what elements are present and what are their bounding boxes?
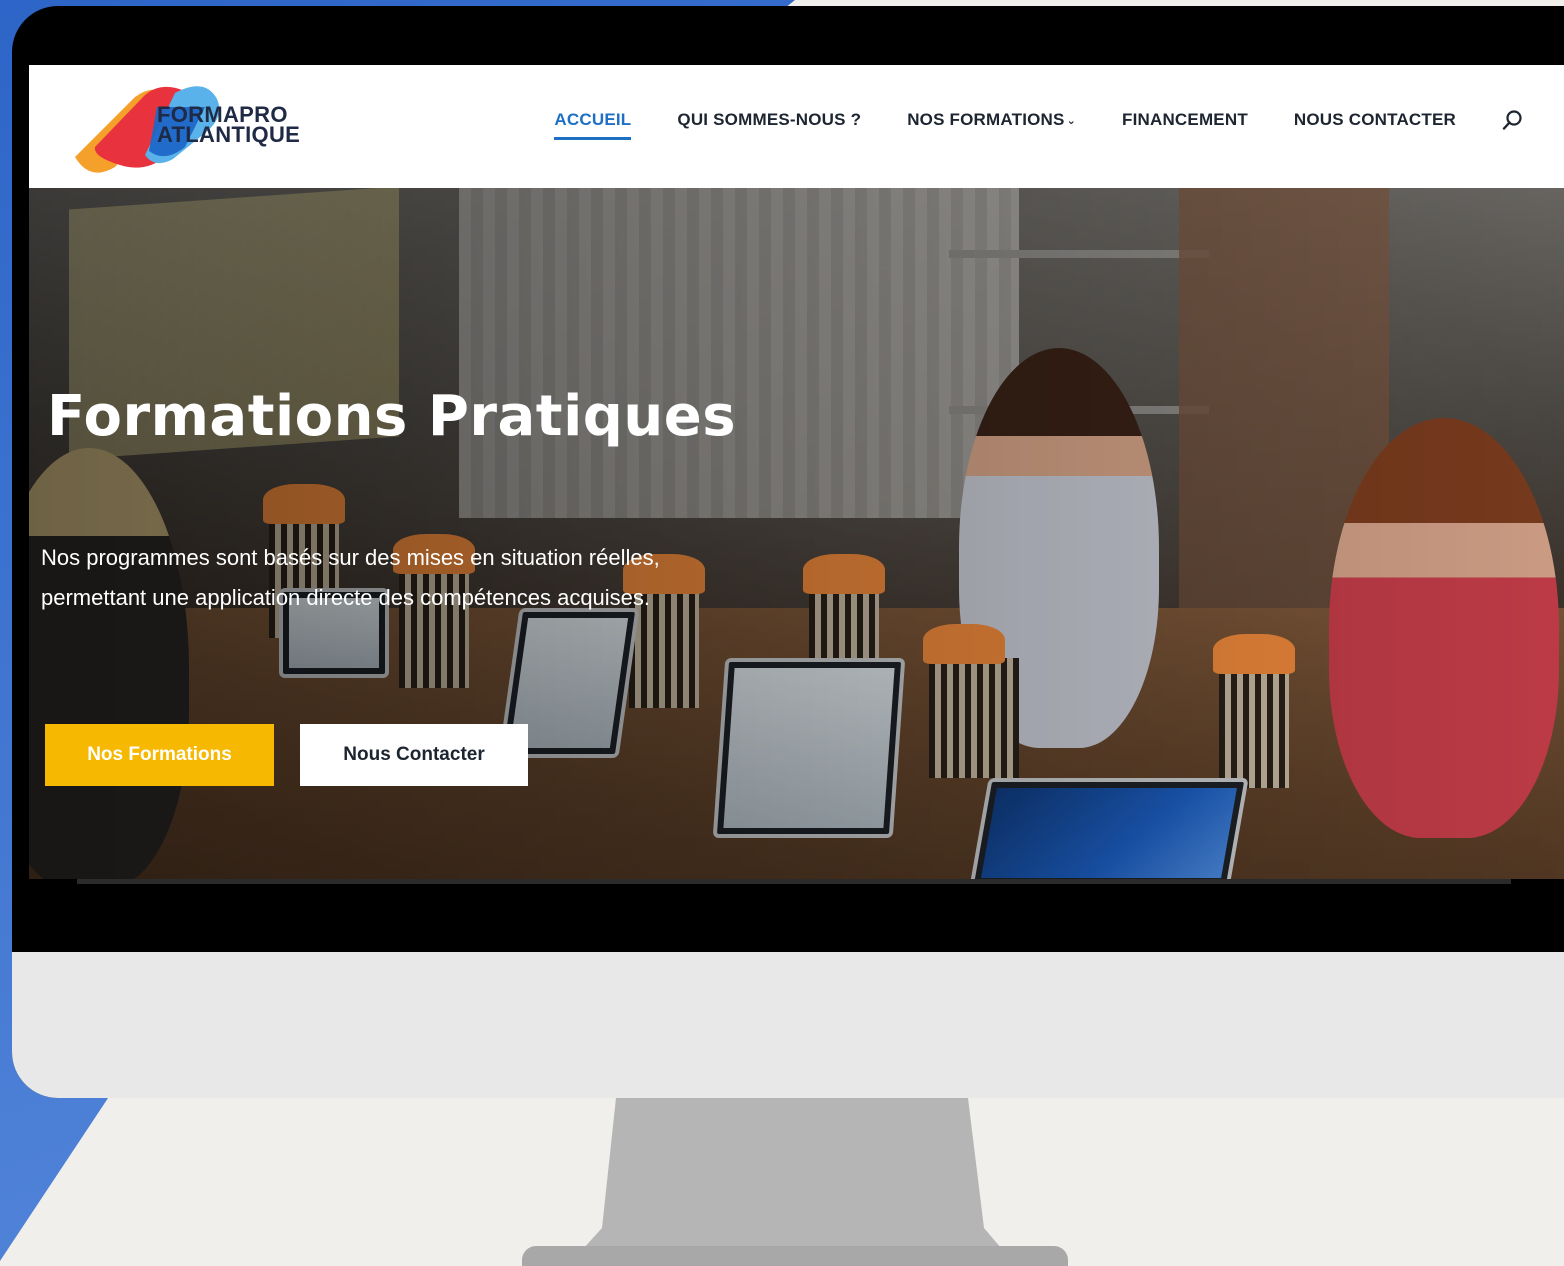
- screen-bottom-edge: [77, 879, 1511, 884]
- nos-formations-button[interactable]: Nos Formations: [45, 724, 274, 786]
- site-header: FORMAPRO ATLANTIQUE ACCUEIL QUI SOMMES-N…: [29, 65, 1564, 188]
- main-nav: ACCUEIL QUI SOMMES-NOUS ? NOS FORMATIONS…: [554, 109, 1524, 140]
- logo-text: FORMAPRO ATLANTIQUE: [157, 104, 301, 147]
- nav-item-nos-formations[interactable]: NOS FORMATIONS ⌄: [907, 110, 1076, 130]
- nous-contacter-button[interactable]: Nous Contacter: [300, 724, 528, 786]
- hero-subtitle-line-1: Nos programmes sont basés sur des mises …: [41, 545, 660, 570]
- hero-subtitle: Nos programmes sont basés sur des mises …: [41, 538, 801, 618]
- nav-item-nous-contacter[interactable]: NOUS CONTACTER: [1294, 110, 1456, 130]
- logo-line-2: ATLANTIQUE: [157, 122, 301, 147]
- hero-title: Formations Pratiques: [47, 384, 737, 449]
- nav-item-financement[interactable]: FINANCEMENT: [1122, 110, 1248, 130]
- search-icon[interactable]: [1502, 109, 1524, 131]
- hero-subtitle-line-2: permettant une application directe des c…: [41, 585, 651, 610]
- hero-section: Formations Pratiques Nos programmes sont…: [29, 188, 1564, 879]
- monitor-stand-base: [522, 1246, 1068, 1266]
- website-screen: FORMAPRO ATLANTIQUE ACCUEIL QUI SOMMES-N…: [29, 65, 1564, 879]
- site-logo[interactable]: FORMAPRO ATLANTIQUE: [65, 77, 315, 173]
- monitor-chin: [12, 952, 1564, 1098]
- nav-item-qui-sommes-nous[interactable]: QUI SOMMES-NOUS ?: [677, 110, 861, 130]
- chevron-down-icon: ⌄: [1066, 115, 1076, 128]
- monitor-stand: [582, 1098, 1002, 1261]
- nav-item-accueil[interactable]: ACCUEIL: [554, 110, 632, 140]
- nav-item-nos-formations-label: NOS FORMATIONS: [907, 110, 1065, 129]
